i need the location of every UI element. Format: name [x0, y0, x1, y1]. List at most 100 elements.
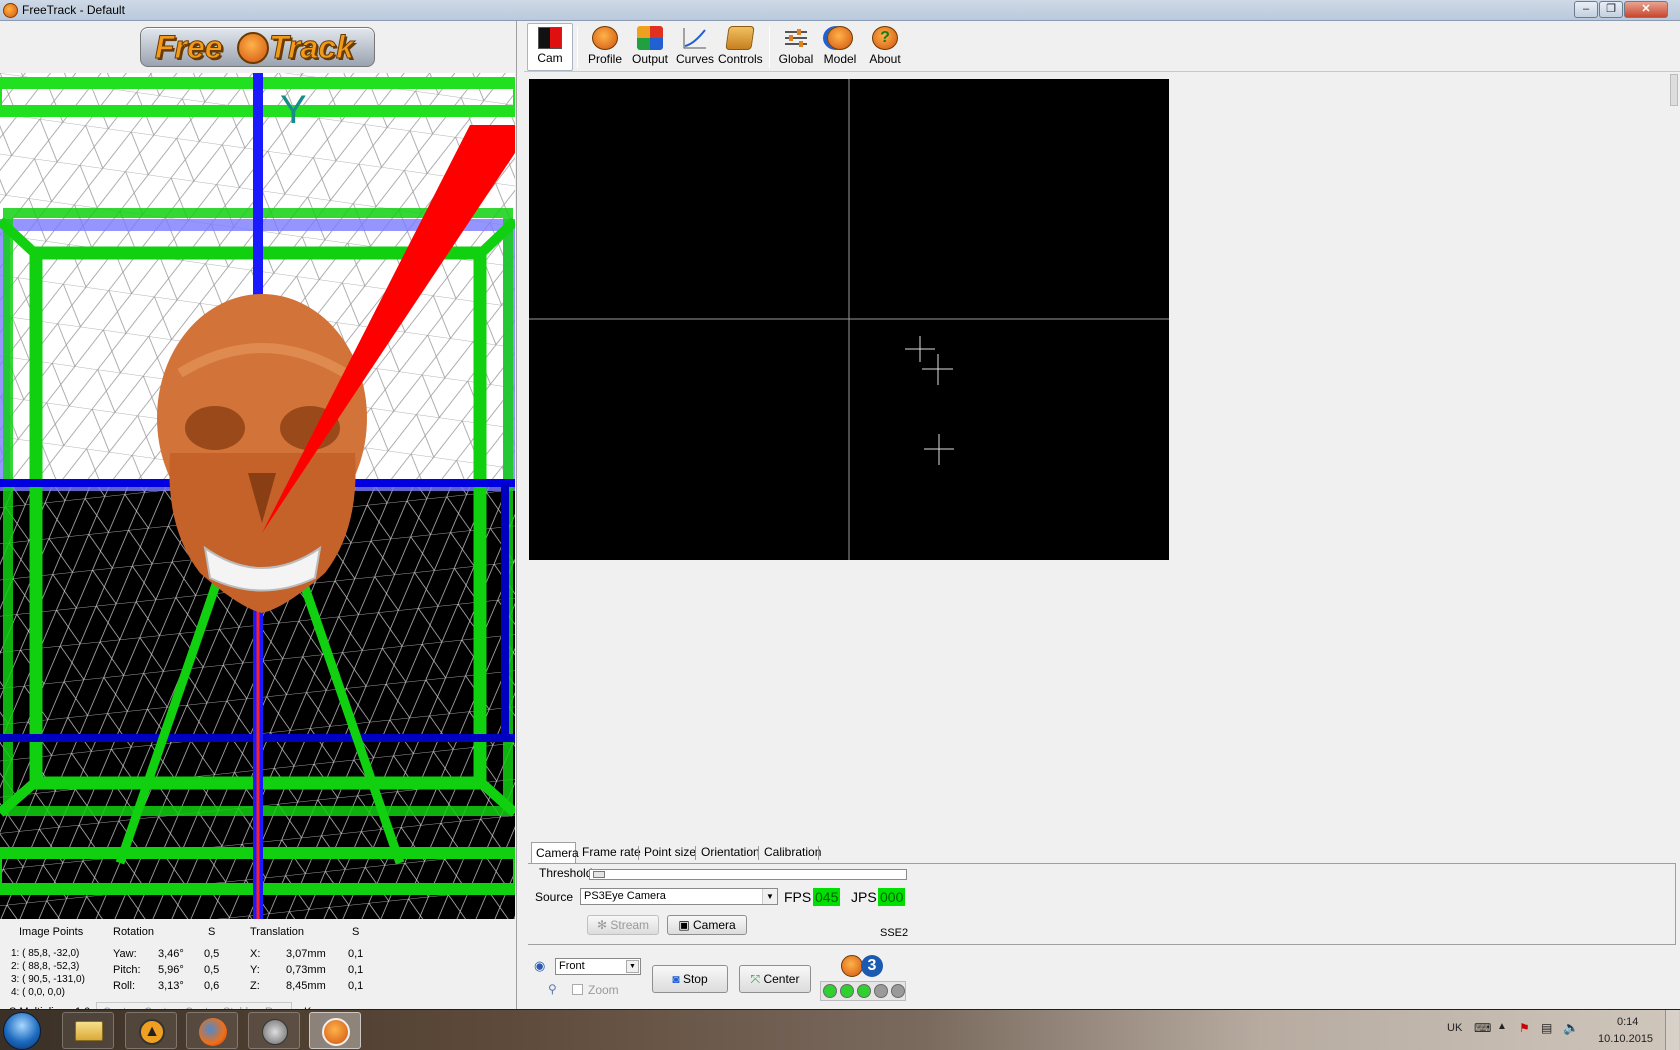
toolbar-separator: [769, 26, 770, 68]
threshold-slider[interactable]: [589, 869, 907, 880]
stream-button-label: Stream: [610, 918, 650, 932]
keyboard-icon[interactable]: ⌨: [1474, 1021, 1491, 1035]
y-label: Y:: [250, 964, 260, 976]
language-indicator[interactable]: UK: [1447, 1022, 1462, 1034]
toolbar-profile[interactable]: Profile: [584, 23, 626, 71]
3d-scene-svg: Y: [0, 73, 515, 919]
source-select[interactable]: PS3Eye Camera ▼: [580, 888, 778, 905]
controls-key-icon: [725, 26, 755, 50]
rotation-header: Rotation: [113, 926, 154, 938]
tab-calibration[interactable]: Calibration: [760, 842, 846, 864]
tab-divider: [818, 846, 819, 860]
toolbar-about[interactable]: ? About: [864, 23, 906, 71]
center-arrows-icon: ⤧: [750, 972, 761, 986]
taskbar-app-sound[interactable]: [248, 1012, 300, 1049]
yaw-label: Yaw:: [113, 948, 137, 960]
gear-icon: ✻: [596, 918, 608, 932]
rotation-s-header: S: [208, 926, 216, 938]
threshold-slider-thumb[interactable]: [593, 871, 605, 878]
stop-button[interactable]: ◙ Stop: [652, 965, 728, 993]
x-value: 3,07mm: [286, 948, 326, 960]
toolbar-output[interactable]: Output: [628, 23, 672, 71]
maximize-button[interactable]: ❐: [1599, 1, 1623, 18]
zoom-checkbox[interactable]: [572, 984, 583, 995]
3d-preview: Y: [0, 73, 515, 919]
x-label: X:: [250, 948, 261, 960]
toolbar-global[interactable]: Global: [775, 23, 817, 71]
toolbar-controls[interactable]: Controls: [718, 23, 763, 71]
translation-header: Translation: [250, 926, 305, 938]
firefox-icon: [199, 1018, 227, 1046]
volume-icon[interactable]: 🔈: [1563, 1020, 1579, 1036]
show-desktop-button[interactable]: [1665, 1010, 1679, 1050]
toolbar-about-label: About: [869, 52, 901, 66]
network-icon[interactable]: ▤: [1541, 1021, 1552, 1035]
toolbar-cam-label: Cam: [537, 51, 563, 65]
tracked-point-2: [922, 354, 953, 385]
clock-date[interactable]: 10.10.2015: [1598, 1033, 1653, 1045]
logo-text-free: Free: [155, 29, 224, 66]
main-toolbar: Cam Profile Output Curves Controls Globa…: [524, 22, 1680, 72]
toolbar-curves[interactable]: Curves: [674, 23, 716, 71]
eye-icon[interactable]: ◉: [534, 958, 545, 974]
image-point-1: 1: ( 85,8, -32,0): [11, 948, 80, 959]
chevron-down-icon[interactable]: ▼: [762, 889, 777, 904]
status-led-4: [874, 984, 888, 998]
minimize-button[interactable]: –: [1574, 1, 1598, 18]
toolbar-curves-label: Curves: [675, 52, 714, 66]
tab-camera[interactable]: Camera: [531, 842, 579, 865]
toolbar-global-label: Global: [778, 52, 814, 66]
taskbar-explorer[interactable]: [62, 1012, 114, 1049]
output-grid-icon: [637, 26, 663, 50]
tab-divider: [758, 846, 759, 860]
camera-video-view: [529, 79, 1169, 560]
badge-face-icon: [841, 955, 863, 977]
taskbar-app-triangle[interactable]: ▲: [125, 1012, 177, 1049]
clock-time[interactable]: 0:14: [1617, 1016, 1638, 1028]
taskbar-firefox[interactable]: [186, 1012, 238, 1049]
zoom-label: Zoom: [588, 983, 619, 997]
toolbar-cam[interactable]: Cam: [527, 23, 573, 71]
badge-number: 3: [861, 955, 883, 977]
toolbar-separator: [577, 26, 578, 68]
logo-area: Free Track: [0, 21, 517, 71]
status-led-5: [891, 984, 905, 998]
stop-icon: ◙: [672, 972, 680, 986]
status-led-3: [857, 984, 871, 998]
status-led-1: [823, 984, 837, 998]
roll-value: 3,13°: [158, 980, 184, 992]
jps-value: 000: [878, 888, 906, 906]
toolbar-scroll-edge: [1670, 74, 1678, 106]
view-select[interactable]: Front ▼: [555, 958, 641, 975]
freetrack-icon: [322, 1018, 350, 1046]
close-button[interactable]: ✕: [1624, 1, 1668, 18]
z-s: 0,1: [348, 980, 364, 992]
pitch-s: 0,5: [204, 964, 220, 976]
folder-icon: [75, 1021, 103, 1041]
model-head-icon: [827, 26, 853, 50]
yaw-s: 0,5: [204, 948, 220, 960]
app-icon: [3, 3, 18, 18]
roll-label: Roll:: [113, 980, 136, 992]
chevron-down-icon[interactable]: ▼: [626, 960, 639, 973]
sse-label: SSE2: [880, 927, 909, 939]
camera-button-label: Camera: [693, 918, 736, 932]
y-axis-label: Y: [280, 88, 307, 132]
fps-label: FPS: [784, 889, 812, 905]
action-center-flag-icon[interactable]: ⚑: [1519, 1021, 1530, 1035]
toolbar-model[interactable]: Model: [820, 23, 860, 71]
stream-button[interactable]: ✻ Stream: [587, 915, 659, 935]
view-select-value: Front: [559, 960, 585, 972]
show-hidden-icons-icon[interactable]: ▲: [1497, 1021, 1507, 1032]
taskbar-freetrack[interactable]: [309, 1012, 361, 1049]
center-button[interactable]: ⤧ Center: [739, 965, 811, 993]
about-help-icon: ?: [872, 26, 898, 50]
pitch-value: 5,96°: [158, 964, 184, 976]
logo-text-track: Track: [269, 29, 355, 66]
camera-button[interactable]: ▣ Camera: [667, 915, 747, 935]
y-value: 0,73mm: [286, 964, 326, 976]
window-title: FreeTrack - Default: [22, 3, 125, 17]
taskbar: ▲ UK ⌨ ▲ ⚑ ▤ 🔈 0:14 10.10.2015: [0, 1009, 1680, 1050]
start-button[interactable]: [3, 1012, 41, 1050]
image-point-2: 2: ( 88,8, -52,3): [11, 961, 80, 972]
